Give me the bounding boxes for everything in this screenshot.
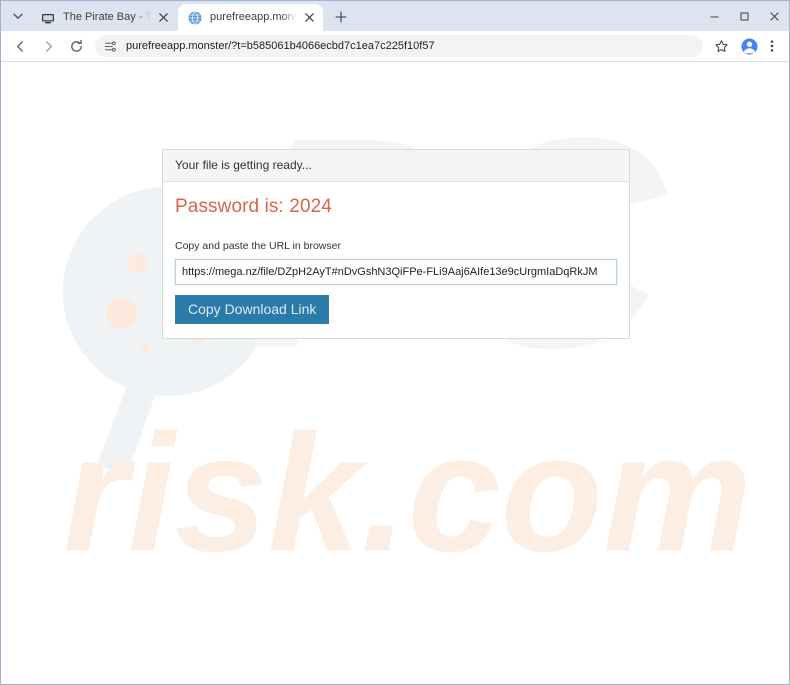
browser-toolbar: purefreeapp.monster/?t=b585061b4066ecbd7… (1, 31, 789, 62)
site-settings-icon[interactable] (104, 40, 118, 53)
browser-menu-button[interactable] (763, 34, 781, 58)
minimize-icon (710, 16, 718, 17)
browser-tab-purefreeapp[interactable]: purefreeapp.monster/?t=b5850 (178, 4, 323, 31)
url-field-label: Copy and paste the URL in browser (175, 240, 341, 252)
watermark-risk-text: risk.com (63, 399, 752, 587)
tab-strip: The Pirate Bay - The galaxy's m purefree… (1, 1, 789, 31)
address-bar[interactable]: purefreeapp.monster/?t=b585061b4066ecbd7… (95, 35, 703, 57)
reload-button[interactable] (63, 33, 89, 59)
new-tab-button[interactable] (328, 4, 354, 30)
star-icon (714, 39, 728, 52)
avatar-icon (740, 37, 758, 55)
profile-button[interactable] (737, 34, 761, 58)
card-body: Password is: 2024 Copy and paste the URL… (163, 182, 629, 338)
browser-tab-pirate-bay[interactable]: The Pirate Bay - The galaxy's m (31, 4, 177, 31)
tab-title: purefreeapp.monster/?t=b5850 (210, 11, 297, 23)
password-text: Password is: 2024 (175, 196, 332, 217)
maximize-button[interactable] (729, 1, 759, 31)
arrow-left-icon (16, 40, 23, 52)
plus-icon (335, 11, 347, 23)
browser-window: The Pirate Bay - The galaxy's m purefree… (0, 0, 790, 685)
download-url-input[interactable] (175, 259, 617, 285)
tab-close-icon[interactable] (301, 10, 317, 26)
tab-title: The Pirate Bay - The galaxy's m (63, 11, 151, 23)
reload-icon (70, 39, 82, 52)
address-bar-url: purefreeapp.monster/?t=b585061b4066ecbd7… (126, 40, 435, 52)
tab-close-icon[interactable] (155, 10, 171, 26)
globe-icon (187, 10, 203, 26)
bookmark-button[interactable] (709, 34, 733, 58)
close-icon (769, 11, 779, 21)
card-header-text: Your file is getting ready... (163, 150, 629, 182)
minimize-button[interactable] (699, 1, 729, 31)
window-controls (699, 1, 789, 31)
copy-download-link-button[interactable]: Copy Download Link (175, 295, 330, 324)
forward-button[interactable] (35, 33, 61, 59)
site-icon (40, 10, 56, 26)
arrow-right-icon (45, 40, 52, 52)
download-card: Your file is getting ready... Password i… (162, 149, 630, 339)
maximize-icon (740, 12, 748, 20)
three-dots-icon (770, 40, 774, 52)
tab-search-button[interactable] (5, 3, 31, 29)
back-button[interactable] (7, 33, 33, 59)
page-viewport: PC risk.com Your file is getting ready..… (1, 62, 789, 683)
close-button[interactable] (759, 1, 789, 31)
chevron-down-icon (13, 13, 23, 19)
